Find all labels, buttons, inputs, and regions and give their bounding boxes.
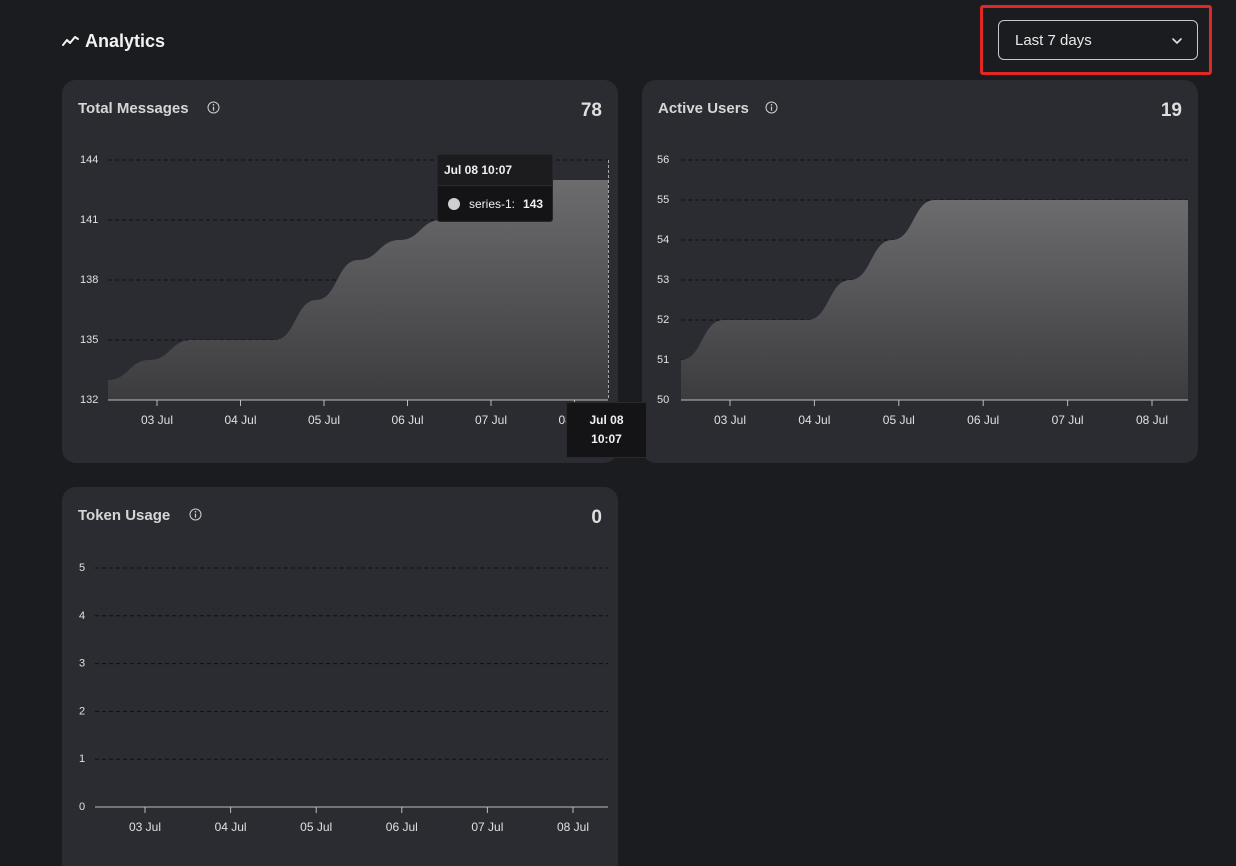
xaxis-tooltip: Jul 08 10:07	[566, 402, 647, 458]
y-tick-label: 54	[657, 234, 669, 246]
y-tick-label: 141	[80, 214, 98, 226]
xaxis-tooltip-date: Jul 08	[589, 413, 624, 427]
y-tick-label: 132	[80, 394, 98, 406]
x-tick-label: 06 Jul	[386, 820, 418, 834]
tooltip-series-value: 143	[523, 197, 544, 211]
y-tick-label: 55	[657, 194, 669, 206]
x-tick-label: 05 Jul	[883, 413, 915, 427]
tooltip-title: Jul 08 10:07	[438, 155, 552, 186]
x-tick-label: 04 Jul	[215, 820, 247, 834]
y-tick-label: 4	[79, 610, 85, 622]
analytics-heading: Analytics	[62, 28, 165, 54]
chart-tooltip: Jul 08 10:07 series-1: 143	[437, 154, 553, 222]
chevron-down-icon	[1171, 32, 1183, 49]
series-area	[681, 200, 1188, 400]
y-tick-label: 135	[80, 334, 98, 346]
y-tick-label: 144	[80, 154, 98, 166]
tokens-chart[interactable]: 5 4 3 2 1 0 03 Jul 04 Jul 05 Jul 06 Jul 07 Jul 08 J…	[62, 487, 618, 866]
x-tick-label: 03 Jul	[129, 820, 161, 834]
y-tick-label: 5	[79, 562, 85, 574]
y-tick-label: 0	[79, 801, 85, 813]
x-tick-label: 07 Jul	[1052, 413, 1084, 427]
y-tick-label: 2	[79, 705, 85, 717]
x-tick-label: 07 Jul	[471, 820, 503, 834]
y-tick-label: 50	[657, 394, 669, 406]
x-tick-label: 03 Jul	[714, 413, 746, 427]
y-tick-label: 56	[657, 154, 669, 166]
x-tick-label: 06 Jul	[391, 413, 423, 427]
x-tick-label: 08 Jul	[557, 820, 589, 834]
x-tick-label: 04 Jul	[224, 413, 256, 427]
x-tick-label: 03 Jul	[141, 413, 173, 427]
y-tick-label: 52	[657, 314, 669, 326]
token-usage-card: Token Usage 0 5 4 3 2 1 0 03 Jul 04 Jul 05 Jul 06…	[62, 487, 618, 866]
x-tick-label: 06 Jul	[967, 413, 999, 427]
active-users-card: Active Users 19 56 55 54 53 52 51 50 03 Jul 04 J…	[642, 80, 1198, 463]
tooltip-series-name: series-1:	[469, 197, 516, 211]
xaxis-tooltip-time: 10:07	[591, 432, 622, 446]
y-tick-label: 1	[79, 753, 85, 765]
trend-line-icon	[62, 35, 79, 47]
x-tick-label: 08 Jul	[1136, 413, 1168, 427]
y-tick-label: 51	[657, 354, 669, 366]
y-tick-label: 3	[79, 658, 85, 670]
y-tick-label: 138	[80, 274, 98, 286]
x-tick-label: 05 Jul	[308, 413, 340, 427]
page-title: Analytics	[85, 30, 166, 51]
series-marker-icon	[448, 198, 460, 210]
users-chart[interactable]: 56 55 54 53 52 51 50 03 Jul 04 Jul 05 Jul 06 Jul 07…	[642, 80, 1198, 463]
tooltip-series-row: series-1: 143	[438, 186, 552, 222]
messages-chart[interactable]: 144 141 138 135 132 03 Jul 04 Jul 05 Jul 06 Jul 0…	[62, 80, 618, 463]
x-tick-label: 04 Jul	[798, 413, 830, 427]
x-tick-label: 05 Jul	[300, 820, 332, 834]
y-tick-label: 53	[657, 274, 669, 286]
date-range-select[interactable]: Last 7 days	[998, 20, 1198, 60]
x-tick-label: 07 Jul	[475, 413, 507, 427]
date-range-selected-value: Last 7 days	[1015, 31, 1092, 49]
total-messages-card: Total Messages 78 144 141 138 135 132 03 Jul 0…	[62, 80, 618, 463]
